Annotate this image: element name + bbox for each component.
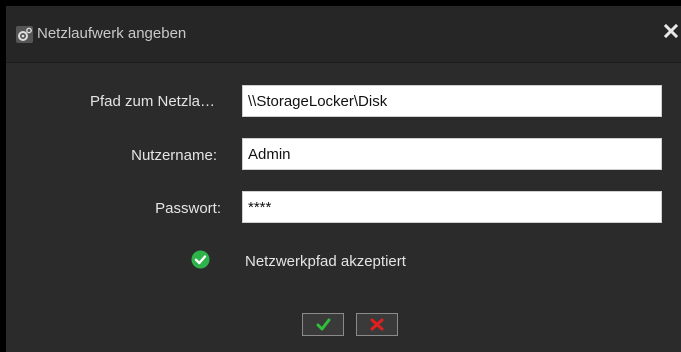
username-input[interactable] bbox=[242, 138, 662, 170]
username-label: Nutzername: bbox=[131, 147, 217, 164]
close-icon[interactable] bbox=[663, 23, 679, 39]
cancel-button[interactable] bbox=[356, 313, 398, 336]
title-bar: Netzlaufwerk angeben bbox=[6, 6, 681, 63]
confirm-button[interactable] bbox=[302, 313, 344, 336]
password-input[interactable] bbox=[242, 191, 662, 223]
network-drive-dialog: Netzlaufwerk angeben Pfad zum Netzla… Nu… bbox=[6, 6, 681, 352]
x-icon bbox=[370, 318, 384, 331]
status-message: Netzwerkpfad akzeptiert bbox=[245, 253, 406, 270]
checkmark-icon bbox=[316, 318, 331, 331]
path-label: Pfad zum Netzla… bbox=[89, 93, 215, 110]
dialog-title: Netzlaufwerk angeben bbox=[37, 25, 187, 42]
password-label: Passwort: bbox=[155, 200, 221, 217]
check-circle-icon bbox=[191, 250, 210, 269]
network-path-input[interactable] bbox=[242, 85, 662, 117]
gear-icon bbox=[16, 26, 33, 43]
